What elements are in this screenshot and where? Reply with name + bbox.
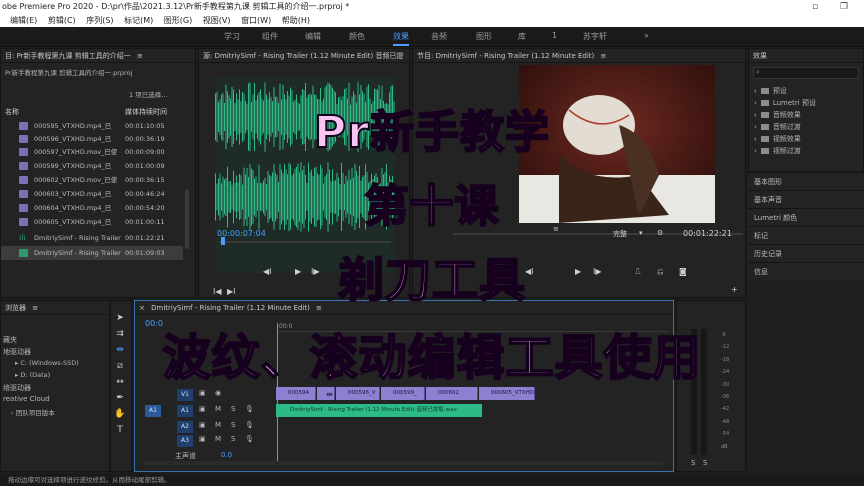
video-clip[interactable]: 000605_VTXHD.	[479, 387, 535, 400]
solo-right-button[interactable]: S	[703, 459, 707, 467]
video-clip[interactable]: 000599_	[381, 387, 425, 400]
workspace-audio[interactable]: 音频	[431, 31, 447, 42]
window-title: obe Premiere Pro 2020 - D:\pr\作品\2021.3.…	[2, 2, 350, 11]
video-clip[interactable]: 000596_V	[336, 387, 380, 400]
overlay-title-line-2: 第十课	[364, 180, 500, 233]
program-monitor-header: 节目: DmitriySimf - Rising Trailer (1.12 M…	[413, 49, 745, 63]
video-clip[interactable]: 000602	[426, 387, 478, 400]
overlay-title-line-4: 波纹、滚动编辑工具使用	[161, 329, 702, 387]
workspace-custom-1[interactable]: 1	[552, 31, 557, 40]
mute-button[interactable]: M	[215, 435, 221, 443]
video-clip-icon	[19, 162, 28, 170]
menu-clip[interactable]: 剪辑(C)	[48, 16, 76, 25]
sync-lock-icon[interactable]: ▣	[199, 421, 206, 429]
audio-clip[interactable]: DmitriySimf - Rising Trailer (1.12 Minut…	[276, 404, 482, 417]
workspace-more[interactable]: »	[644, 31, 649, 40]
pen-tool-icon[interactable]: ✒	[114, 392, 126, 404]
source-monitor-title[interactable]: 源: DmitriySimf - Rising Trailer (1.12 Mi…	[203, 52, 404, 60]
effects-search-input[interactable]: ⌕	[753, 67, 859, 79]
project-panel-title[interactable]: 目: Pr新手教程第九课 剪辑工具的介绍一	[5, 52, 131, 60]
master-track-label: 主声道	[175, 452, 196, 460]
sync-lock-icon[interactable]: ▣	[199, 405, 206, 413]
project-panel-header: 目: Pr新手教程第九课 剪辑工具的介绍一 ≡	[1, 49, 195, 63]
browser-creative-cloud[interactable]: reative Cloud	[3, 395, 50, 403]
menu-bar: 编辑(E) 剪辑(C) 序列(S) 标记(M) 图形(G) 视图(V) 窗口(W…	[0, 14, 864, 27]
solo-button[interactable]: S	[231, 435, 235, 443]
menu-sequence[interactable]: 序列(S)	[86, 16, 113, 25]
sync-lock-icon[interactable]: ▣	[199, 435, 206, 443]
menu-graphics[interactable]: 图形(G)	[164, 16, 192, 25]
maximize-icon[interactable]: ❐	[840, 0, 848, 14]
workspace-assembly[interactable]: 组件	[262, 31, 278, 42]
timeline-zoom-scrollbar[interactable]	[143, 461, 663, 465]
chevron-right-icon: ›	[11, 409, 14, 417]
overlay-title-line-1: Pr新手教学	[313, 106, 550, 159]
track-a1-label[interactable]: A1	[177, 405, 193, 417]
mute-button[interactable]: M	[215, 405, 221, 413]
menu-window[interactable]: 窗口(W)	[241, 16, 271, 25]
workspace-learn[interactable]: 学习	[224, 31, 240, 42]
eye-icon[interactable]: ◉	[215, 389, 221, 397]
sync-lock-icon[interactable]: ▣	[199, 389, 206, 397]
effects-folder-presets[interactable]: › 预设	[754, 86, 787, 96]
track-v1-label[interactable]: V1	[177, 389, 193, 401]
hamburger-icon[interactable]: ≡	[137, 52, 143, 60]
workspace-custom-user[interactable]: 苏宇轩	[583, 31, 607, 42]
workspace-editing[interactable]: 编辑	[305, 31, 321, 42]
status-bar: 拖动边缘可对选择项进行波纹修剪。从而移动尾部剪辑。	[0, 474, 864, 486]
source-patch-a1[interactable]: A1	[145, 405, 161, 417]
folder-icon	[760, 88, 769, 94]
effects-panel-title[interactable]: 效果	[753, 52, 767, 60]
browser-team-projects[interactable]: › 团队项目版本	[11, 407, 55, 417]
effects-panel-header: 效果	[749, 49, 863, 63]
menu-view[interactable]: 视图(V)	[203, 16, 231, 25]
video-clip[interactable]: 000594	[276, 387, 316, 400]
type-tool-icon[interactable]: T	[114, 424, 126, 436]
workspace-bar: 学习 组件 编辑 颜色 效果 音频 图形 库 1 苏宇轩 »	[0, 27, 864, 47]
restore-window-button[interactable]: ▫	[812, 0, 818, 14]
window-title-bar: obe Premiere Pro 2020 - D:\pr\作品\2021.3.…	[0, 0, 864, 14]
workspace-graphics[interactable]: 图形	[476, 31, 492, 42]
workspace-effects[interactable]: 效果	[393, 31, 409, 46]
ripple-cursor-icon: ⇹	[326, 390, 333, 399]
mute-button[interactable]: M	[215, 421, 221, 429]
workspace-color[interactable]: 颜色	[349, 31, 365, 42]
solo-button[interactable]: S	[231, 421, 235, 429]
mic-icon[interactable]: 🎙	[245, 435, 254, 443]
source-scrubber[interactable]	[219, 241, 391, 243]
menu-edit[interactable]: 编辑(E)	[10, 16, 37, 25]
solo-left-button[interactable]: S	[691, 459, 695, 467]
track-a3-label[interactable]: A3	[177, 435, 193, 447]
project-path: Pr新手教程第九课 剪辑工具的介绍一.prproj	[5, 69, 133, 77]
hand-tool-icon[interactable]: ✋	[114, 408, 126, 420]
source-monitor-header: 源: DmitriySimf - Rising Trailer (1.12 Mi…	[199, 49, 409, 63]
chevron-right-icon: ›	[754, 87, 757, 95]
program-monitor-title[interactable]: 节目: DmitriySimf - Rising Trailer (1.12 M…	[417, 52, 594, 60]
solo-button[interactable]: S	[231, 405, 235, 413]
mic-icon[interactable]: 🎙	[245, 421, 254, 429]
workspace-libraries[interactable]: 库	[518, 31, 526, 42]
hamburger-icon[interactable]: ≡	[601, 52, 607, 60]
master-volume-value[interactable]: 0.0	[221, 451, 232, 459]
search-icon: ⌕	[756, 68, 760, 76]
menu-help[interactable]: 帮助(H)	[282, 16, 310, 25]
track-a2-label[interactable]: A2	[177, 421, 193, 433]
mic-icon[interactable]: 🎙	[245, 405, 254, 413]
menu-markers[interactable]: 标记(M)	[124, 16, 153, 25]
overlay-title-line-3: 剃刀工具	[337, 252, 526, 308]
